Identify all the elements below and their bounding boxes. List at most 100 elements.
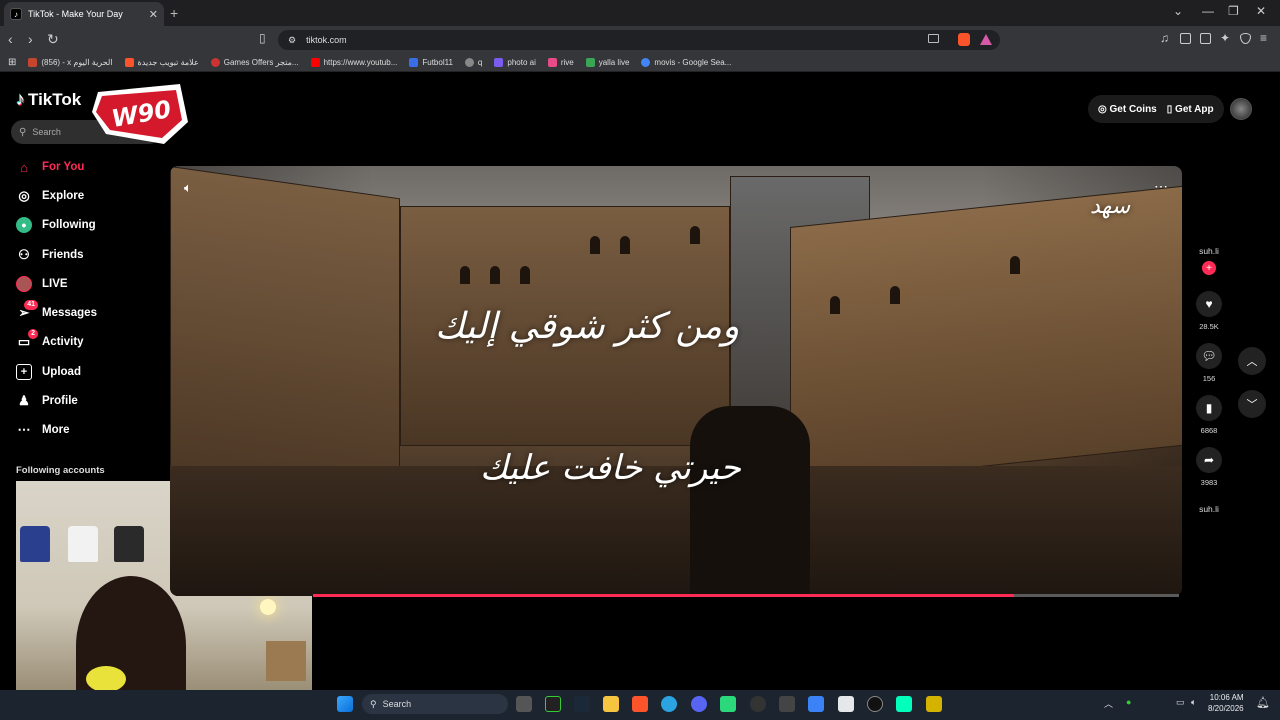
chatgpt-icon[interactable] xyxy=(750,696,766,712)
nav-activity[interactable]: ▭ 2 Activity xyxy=(16,329,84,353)
heart-icon[interactable]: ♥ xyxy=(1196,291,1222,317)
bookmark-item[interactable]: rive xyxy=(547,58,574,67)
browser-tab[interactable]: ♪ TikTok - Make Your Day ✕ xyxy=(4,2,164,26)
share-icon[interactable]: ➦ xyxy=(1196,447,1222,473)
notifications-icon[interactable]: 🔔︎ xyxy=(1256,696,1270,709)
bookmark-icon[interactable]: ▯ xyxy=(259,31,266,45)
app-icon[interactable] xyxy=(896,696,912,712)
leo-ai-icon[interactable]: ✦ xyxy=(1220,31,1231,45)
bookmark-item[interactable]: movis - Google Sea... xyxy=(641,58,731,67)
brave-shields-icon[interactable] xyxy=(958,33,970,46)
volume-tray-icon[interactable]: 🔈︎ xyxy=(1191,697,1196,708)
tiktok-logo[interactable]: ♪ TikTok xyxy=(16,89,81,110)
caption-line-2: حيرتي خافت عليك xyxy=(480,448,741,488)
capcut-icon[interactable] xyxy=(779,696,795,712)
nav-following[interactable]: ● Following xyxy=(16,214,96,236)
tray-chevron-icon[interactable]: ︿ xyxy=(1104,697,1113,710)
close-tab-icon[interactable]: ✕ xyxy=(149,8,158,21)
activity-badge: 2 xyxy=(28,329,38,339)
taskbar-search-label: Search xyxy=(382,699,412,709)
app-icon[interactable] xyxy=(808,696,824,712)
site-info-icon[interactable]: ⚙ xyxy=(288,35,296,46)
home-icon: ⌂ xyxy=(20,159,28,175)
network-icon[interactable]: ▭ xyxy=(1176,697,1185,708)
games-icon xyxy=(210,58,220,67)
bookmarks-bar: ⊞ (856) - x الحرية اليوم علامة تبويب جدي… xyxy=(0,54,1280,72)
comment-action[interactable]: 💬︎ 156 xyxy=(1194,343,1224,383)
telegram-icon[interactable] xyxy=(661,696,677,712)
system-clock[interactable]: 10:06 AM 8/20/2026 xyxy=(1208,692,1244,714)
more-options-icon[interactable]: ⋯ xyxy=(1154,178,1168,195)
like-action[interactable]: ♥ 28.5K xyxy=(1194,291,1224,331)
menu-icon[interactable]: ≡ xyxy=(1260,31,1271,45)
share-action[interactable]: ➦ 3983 xyxy=(1194,447,1224,487)
nav-for-you[interactable]: ⌂ For You xyxy=(16,156,84,178)
file-explorer-icon[interactable] xyxy=(603,696,619,712)
back-icon[interactable]: ‹ xyxy=(8,31,13,47)
close-window-icon[interactable]: ✕ xyxy=(1256,4,1266,18)
reload-icon[interactable]: ↻ xyxy=(47,31,59,48)
address-bar[interactable]: ⚙ tiktok.com xyxy=(278,30,1000,50)
notepad-icon[interactable] xyxy=(838,696,854,712)
bookmark-item[interactable]: Futbol11 xyxy=(409,58,453,67)
volume-icon[interactable]: 🔈︎ xyxy=(184,180,192,196)
get-app-button[interactable]: ▯ Get App xyxy=(1167,104,1214,115)
bookmark-item[interactable]: علامة تبويب جديدة xyxy=(124,58,199,67)
restore-icon[interactable]: ❐ xyxy=(1228,4,1239,18)
nav-more[interactable]: ⋯ More xyxy=(16,419,70,441)
get-coins-button[interactable]: ◎ Get Coins xyxy=(1098,104,1157,115)
taskbar-search[interactable]: ⚲ Search xyxy=(362,694,508,714)
minimize-icon[interactable]: — xyxy=(1202,4,1214,18)
whatsapp-icon[interactable] xyxy=(720,696,736,712)
google-icon xyxy=(641,58,651,67)
get-coins-label: Get Coins xyxy=(1109,103,1157,115)
user-avatar[interactable] xyxy=(1230,98,1252,120)
forward-icon[interactable]: › xyxy=(28,31,33,47)
apps-icon[interactable]: ⊞ xyxy=(8,57,16,68)
bookmark-item[interactable]: photo ai xyxy=(494,58,536,67)
bookmark-label: Games Offers متجر... xyxy=(223,58,299,67)
tab-search-icon[interactable]: ⌄ xyxy=(1173,4,1183,18)
bookmark-label: photo ai xyxy=(507,58,536,67)
obs-icon[interactable] xyxy=(867,696,883,712)
bookmark-item[interactable]: Games Offers متجر... xyxy=(210,58,299,67)
figure-image xyxy=(690,406,810,596)
building-image xyxy=(790,184,1182,488)
bookmark-item[interactable]: (856) - x الحرية اليوم xyxy=(28,58,113,67)
nav-live[interactable]: LIVE xyxy=(16,273,68,295)
next-video-button[interactable]: ﹀ xyxy=(1238,390,1266,418)
wallet-icon[interactable] xyxy=(1200,33,1211,44)
sound-author[interactable]: suh.li xyxy=(1194,504,1224,514)
discord-icon[interactable] xyxy=(691,696,707,712)
windows-start-icon[interactable] xyxy=(337,696,353,712)
sidebar-icon[interactable] xyxy=(1180,33,1191,44)
nav-messages[interactable]: ➢ 41 Messages xyxy=(16,300,97,324)
bookmark-item[interactable]: yalla live xyxy=(585,58,629,67)
new-tab-icon[interactable]: + xyxy=(170,5,178,21)
follow-plus-icon[interactable]: + xyxy=(1202,261,1216,275)
nav-explore[interactable]: ◎ Explore xyxy=(16,185,84,207)
nav-friends[interactable]: ⚇ Friends xyxy=(16,244,83,266)
bookmark-label: q xyxy=(477,58,483,67)
bookmark-item[interactable]: q xyxy=(464,58,483,67)
nav-upload[interactable]: + Upload xyxy=(16,361,81,383)
app-icon[interactable] xyxy=(926,696,942,712)
brave-icon[interactable] xyxy=(632,696,648,712)
brave-rewards-icon[interactable] xyxy=(980,34,992,45)
bookmark-item[interactable]: https://www.youtub... xyxy=(310,58,397,67)
steam-icon[interactable] xyxy=(574,696,590,712)
mic-icon[interactable]: ● xyxy=(1126,697,1131,707)
cast-icon[interactable] xyxy=(928,34,939,43)
previous-video-button[interactable]: ︿ xyxy=(1238,347,1266,375)
save-action[interactable]: ▮ 6868 xyxy=(1194,395,1224,435)
app-icon[interactable] xyxy=(545,696,561,712)
author-block[interactable]: suh.li + xyxy=(1194,246,1224,275)
nav-profile[interactable]: ♟ Profile xyxy=(16,390,78,412)
bookmark-save-icon[interactable]: ▮ xyxy=(1196,395,1222,421)
chevron-up-icon: ︿ xyxy=(1246,356,1258,368)
get-app-label: Get App xyxy=(1175,103,1214,115)
comment-icon[interactable]: 💬︎ xyxy=(1196,343,1222,369)
media-icon[interactable]: ♫ xyxy=(1160,31,1171,45)
task-view-icon[interactable] xyxy=(516,696,532,712)
video-player[interactable]: 🔈︎ ⋯ سهد ومن كثر شوقي إليك حيرتي خافت عل… xyxy=(170,166,1182,596)
